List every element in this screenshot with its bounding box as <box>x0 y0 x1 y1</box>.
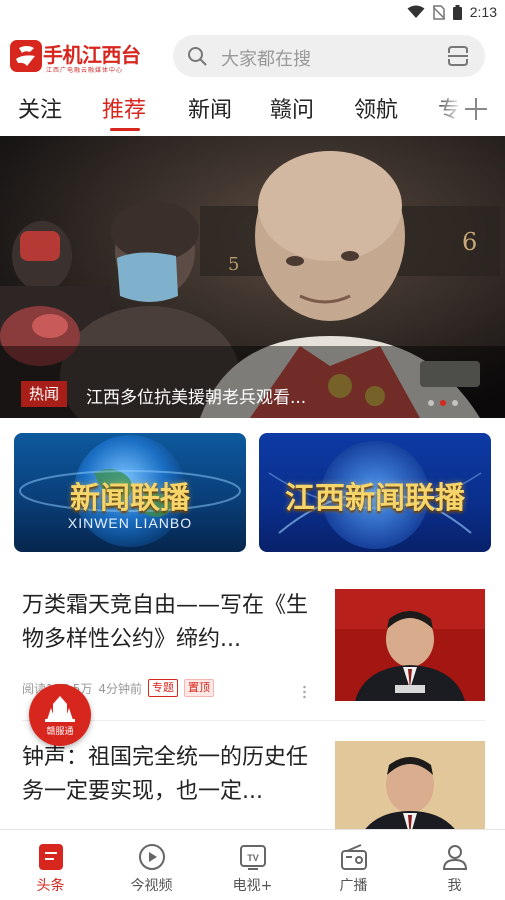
carousel-dot[interactable] <box>452 400 458 406</box>
play-icon <box>139 844 165 870</box>
svg-text:TV: TV <box>247 853 259 863</box>
hero-image: 5 6 <box>0 136 505 418</box>
tabs-fade <box>432 84 462 134</box>
ganfutong-float-button[interactable]: 赣服通 <box>29 684 91 746</box>
active-tab-indicator <box>110 128 140 131</box>
headline-icon <box>39 844 63 870</box>
carousel-dots <box>428 400 458 406</box>
hero-banner[interactable]: 5 6 热闻 江西多位抗美援朝老兵观看... <box>0 136 505 418</box>
status-bar: 2:13 <box>0 0 505 26</box>
logo-text: 手机江西台 <box>43 43 141 67</box>
status-icons: 2:13 <box>407 4 497 20</box>
wifi-icon <box>407 5 425 18</box>
logo-subtext: 江西广电融云融媒体中心 <box>46 67 124 74</box>
news-thumbnail <box>335 741 485 829</box>
battery-icon <box>452 4 462 20</box>
tab-recommend[interactable]: 推荐 <box>102 92 146 124</box>
news-title: 钟声：祖国完全统一的历史任务一定要实现，也一定... <box>22 745 309 804</box>
user-icon <box>442 845 468 870</box>
nav-radio[interactable]: 广播 <box>303 830 404 900</box>
app-logo[interactable]: 手机江西台 江西广电融云融媒体中心 <box>10 36 160 76</box>
float-button-label: 赣服通 <box>46 727 74 737</box>
program-title: 新闻联播 <box>70 481 190 516</box>
no-sim-icon <box>432 4 445 20</box>
add-channel-icon[interactable] <box>463 96 489 122</box>
program-title: 江西新闻联播 <box>285 481 465 516</box>
carousel-dot[interactable] <box>440 400 446 406</box>
tab-news[interactable]: 新闻 <box>188 92 232 124</box>
nav-tv[interactable]: TV 电视+ <box>202 830 303 900</box>
tv-icon: TV <box>240 845 266 870</box>
nav-label: 广播 <box>339 878 368 894</box>
program-card-jiangxi-xinwen-lianbo[interactable]: 江西新闻联播 <box>259 433 491 552</box>
program-card-xinwen-lianbo[interactable]: 新闻联播 XINWEN LIANBO <box>14 433 246 552</box>
list-divider <box>22 720 485 721</box>
nav-headline[interactable]: 头条 <box>0 830 101 900</box>
nav-label: 今视频 <box>130 878 173 894</box>
radio-icon <box>341 844 367 870</box>
nav-label: 我 <box>447 878 462 894</box>
more-options-icon[interactable] <box>303 685 306 699</box>
hero-badge: 热闻 <box>21 381 67 407</box>
svg-text:5: 5 <box>228 254 239 275</box>
channel-tabs: 关注 推荐 新闻 赣问 领航 专 <box>0 84 505 136</box>
news-thumbnail <box>335 589 485 701</box>
hero-title: 江西多位抗美援朝老兵观看... <box>86 388 307 408</box>
logo-mark-icon <box>10 40 42 72</box>
news-item[interactable]: 钟声：祖国完全统一的历史任务一定要实现，也一定... <box>0 741 505 829</box>
nav-label: 头条 <box>36 878 65 894</box>
search-placeholder: 大家都在搜 <box>221 49 311 70</box>
search-icon <box>188 47 207 66</box>
tab-ganwen[interactable]: 赣问 <box>270 92 314 124</box>
nav-video[interactable]: 今视频 <box>101 830 202 900</box>
scan-icon[interactable] <box>447 45 469 67</box>
publish-time: 4分钟前 <box>98 681 142 696</box>
status-time: 2:13 <box>469 4 497 20</box>
tab-linghang[interactable]: 领航 <box>354 92 398 124</box>
carousel-dot[interactable] <box>428 400 434 406</box>
nav-label: 电视+ <box>232 878 273 894</box>
bottom-navigation: 头条 今视频 TV 电视+ 广播 我 <box>0 829 505 900</box>
tab-follow[interactable]: 关注 <box>18 92 62 124</box>
nav-me[interactable]: 我 <box>404 830 505 900</box>
pinned-tag: 置顶 <box>184 679 214 697</box>
topic-tag: 专题 <box>148 679 178 697</box>
app-header: 手机江西台 江西广电融云融媒体中心 大家都在搜 <box>0 26 505 84</box>
program-subtitle: XINWEN LIANBO <box>67 515 193 531</box>
svg-text:6: 6 <box>462 228 477 256</box>
search-input[interactable]: 大家都在搜 <box>173 35 485 77</box>
news-title: 万类霜天竞自由——写在《生物多样性公约》缔约... <box>22 593 309 652</box>
